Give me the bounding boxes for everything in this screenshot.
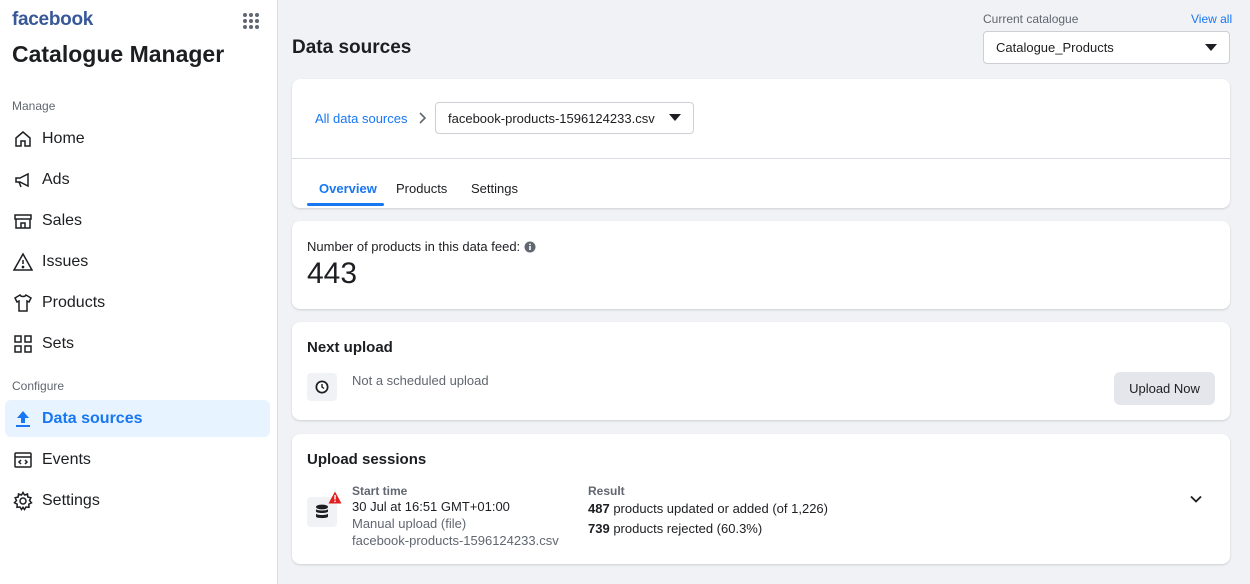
clock-icon-container (307, 373, 337, 401)
current-catalogue-label: Current catalogue (983, 12, 1079, 26)
clock-icon (315, 380, 329, 394)
divider (292, 158, 1230, 159)
page-title: Data sources (292, 37, 412, 58)
sidebar-item-label: Settings (42, 491, 100, 509)
updated-count: 487 (588, 501, 610, 516)
result-label: Result (588, 484, 625, 498)
sidebar-item-home[interactable]: Home (5, 120, 270, 157)
file-select-value: facebook-products-1596124233.csv (448, 110, 655, 126)
caret-down-icon (669, 114, 681, 121)
updated-text: products updated or added (of 1,226) (613, 501, 828, 516)
database-icon (316, 504, 328, 519)
upload-sessions-title: Upload sessions (307, 451, 427, 468)
sidebar-item-products[interactable]: Products (5, 284, 270, 321)
rejected-count: 739 (588, 521, 610, 536)
result-rejected: 739 products rejected (60.3%) (588, 521, 762, 536)
apps-grid-icon[interactable] (241, 11, 261, 31)
manage-section-label: Manage (12, 99, 56, 113)
product-count-label: Number of products in this data feed: (307, 239, 536, 254)
catalogue-select[interactable]: Catalogue_Products (983, 31, 1230, 64)
sidebar-item-label: Sales (42, 211, 83, 229)
sidebar-item-sets[interactable]: Sets (5, 325, 270, 362)
upload-now-button[interactable]: Upload Now (1114, 372, 1215, 405)
configure-section-label: Configure (12, 379, 65, 393)
megaphone-icon (13, 170, 33, 190)
sidebar-item-label: Events (42, 450, 91, 468)
sidebar-item-settings[interactable]: Settings (5, 482, 270, 519)
sidebar-item-label: Ads (42, 170, 70, 188)
next-upload-card: Next upload Not a scheduled upload Uploa… (292, 322, 1230, 420)
sidebar-item-label: Home (42, 129, 85, 147)
product-count-value: 443 (307, 257, 358, 290)
tab-overview[interactable]: Overview (319, 181, 377, 196)
warning-icon (13, 251, 33, 272)
rejected-text: products rejected (60.3%) (613, 521, 763, 536)
session-method: Manual upload (file) (352, 516, 467, 531)
active-tab-indicator (307, 203, 384, 206)
error-warning-icon (328, 491, 342, 504)
upload-icon (13, 409, 33, 429)
gear-icon (13, 490, 33, 511)
sidebar-item-label: Issues (42, 252, 89, 270)
sidebar-item-sales[interactable]: Sales (5, 202, 270, 239)
result-updated: 487 products updated or added (of 1,226) (588, 501, 828, 516)
sidebar-item-label: Sets (42, 334, 75, 352)
view-all-link[interactable]: View all (1191, 12, 1232, 26)
upload-sessions-card: Upload sessions Start time 30 Jul at 16:… (292, 434, 1230, 564)
product-count-label-text: Number of products in this data feed: (307, 239, 521, 254)
shirt-icon (13, 293, 33, 313)
product-count-card: Number of products in this data feed: 44… (292, 221, 1230, 309)
session-start-time: 30 Jul at 16:51 GMT+01:00 (352, 499, 510, 514)
sidebar-item-ads[interactable]: Ads (5, 161, 270, 198)
sidebar-item-label: Products (42, 293, 106, 311)
sidebar-item-events[interactable]: Events (5, 441, 270, 478)
shop-icon (13, 211, 33, 231)
chevron-down-icon[interactable] (1189, 492, 1203, 506)
session-file-name: facebook-products-1596124233.csv (352, 533, 559, 548)
tab-settings[interactable]: Settings (471, 181, 518, 196)
catalogue-select-value: Catalogue_Products (996, 40, 1114, 55)
sidebar-item-data-sources[interactable]: Data sources (5, 400, 270, 437)
tab-products[interactable]: Products (396, 181, 447, 196)
next-upload-status: Not a scheduled upload (352, 373, 489, 388)
home-icon (13, 129, 33, 149)
facebook-logo[interactable]: facebook (12, 9, 93, 31)
data-source-header-card: All data sources facebook-products-15961… (292, 79, 1230, 208)
sidebar-item-issues[interactable]: Issues (5, 243, 270, 280)
data-source-file-select[interactable]: facebook-products-1596124233.csv (435, 102, 694, 134)
all-data-sources-link[interactable]: All data sources (315, 111, 408, 126)
start-time-label: Start time (352, 484, 408, 498)
info-icon[interactable] (524, 241, 536, 253)
sidebar: facebook Catalogue Manager Manage Home A… (0, 0, 278, 584)
app-title: Catalogue Manager (12, 41, 225, 67)
grid-icon (13, 334, 33, 354)
code-window-icon (13, 450, 33, 470)
next-upload-title: Next upload (307, 339, 393, 356)
chevron-right-icon (419, 112, 427, 124)
sidebar-item-label: Data sources (42, 409, 143, 427)
caret-down-icon (1205, 43, 1217, 51)
